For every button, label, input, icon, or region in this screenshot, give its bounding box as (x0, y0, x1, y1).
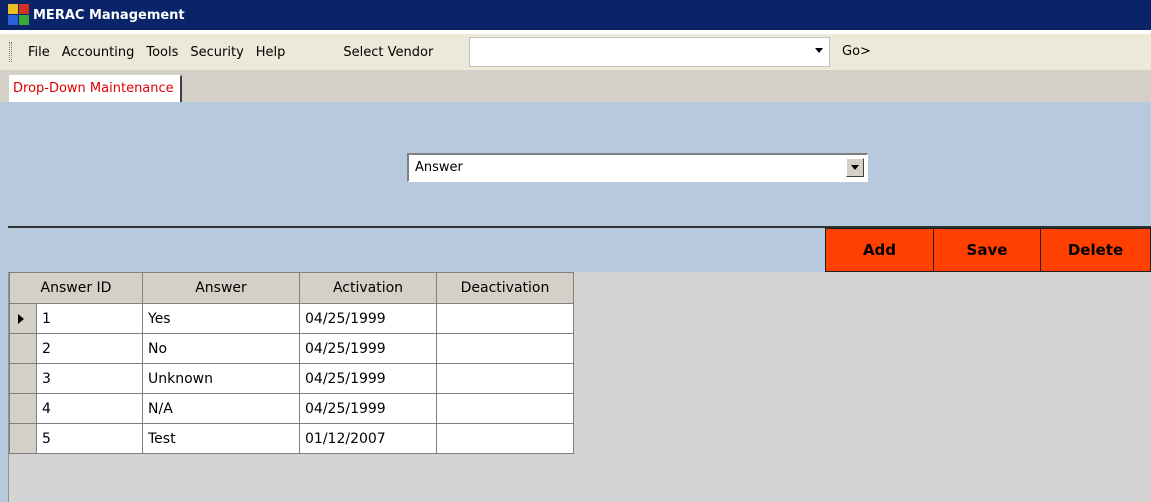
cell-deactivation[interactable] (436, 363, 574, 394)
select-vendor-label: Select Vendor (343, 44, 434, 60)
column-header-answer-id[interactable]: Answer ID (9, 272, 143, 304)
cell-activation[interactable]: 04/25/1999 (299, 363, 437, 394)
delete-button[interactable]: Delete (1040, 228, 1151, 272)
cell-answer-id[interactable]: 3 (36, 363, 143, 394)
cell-activation[interactable]: 01/12/2007 (299, 423, 437, 454)
column-header-answer[interactable]: Answer (142, 272, 300, 304)
cell-answer[interactable]: Unknown (142, 363, 300, 394)
answer-grid[interactable]: Answer ID Answer Activation Deactivation… (8, 272, 1151, 502)
menu-bar: File Accounting Tools Security Help Sele… (0, 34, 1151, 70)
save-button[interactable]: Save (933, 228, 1041, 272)
cell-answer-id[interactable]: 5 (36, 423, 143, 454)
row-header[interactable] (9, 363, 37, 394)
menu-accounting[interactable]: Accounting (56, 45, 141, 60)
table-row[interactable]: 2 No 04/25/1999 (9, 333, 574, 364)
chevron-down-icon[interactable] (815, 48, 823, 53)
menu-security[interactable]: Security (184, 45, 249, 60)
tab-drop-down-maintenance[interactable]: Drop-Down Maintenance (9, 75, 182, 102)
cell-answer[interactable]: Yes (142, 303, 300, 334)
title-bar: MERAC Management (0, 0, 1151, 30)
row-pointer-icon (18, 314, 24, 324)
menu-file[interactable]: File (22, 45, 56, 60)
cell-deactivation[interactable] (436, 333, 574, 364)
table-row[interactable]: 1 Yes 04/25/1999 (9, 303, 574, 334)
menu-help[interactable]: Help (250, 45, 292, 60)
row-header[interactable] (9, 423, 37, 454)
add-button[interactable]: Add (825, 228, 934, 272)
cell-deactivation[interactable] (436, 303, 574, 334)
cell-activation[interactable]: 04/25/1999 (299, 393, 437, 424)
cell-answer[interactable]: Test (142, 423, 300, 454)
cell-activation[interactable]: 04/25/1999 (299, 303, 437, 334)
row-header[interactable] (9, 303, 37, 334)
table-row[interactable]: 5 Test 01/12/2007 (9, 423, 574, 454)
column-header-activation[interactable]: Activation (299, 272, 437, 304)
cell-answer-id[interactable]: 1 (36, 303, 143, 334)
app-icon (8, 4, 30, 26)
row-header[interactable] (9, 333, 37, 364)
table-row[interactable]: 4 N/A 04/25/1999 (9, 393, 574, 424)
cell-answer[interactable]: N/A (142, 393, 300, 424)
tab-strip: Drop-Down Maintenance (0, 70, 1151, 102)
table-header-row: Answer ID Answer Activation Deactivation (9, 272, 574, 304)
cell-activation[interactable]: 04/25/1999 (299, 333, 437, 364)
cell-answer-id[interactable]: 4 (36, 393, 143, 424)
category-dropdown[interactable]: Answer (407, 153, 868, 182)
window-title: MERAC Management (33, 7, 185, 23)
column-header-deactivation[interactable]: Deactivation (436, 272, 574, 304)
go-button[interactable]: Go> (842, 44, 871, 59)
cell-deactivation[interactable] (436, 393, 574, 424)
cell-answer-id[interactable]: 2 (36, 333, 143, 364)
table-row[interactable]: 3 Unknown 04/25/1999 (9, 363, 574, 394)
dropdown-chevron-down-icon[interactable] (846, 158, 864, 177)
menu-tools[interactable]: Tools (140, 45, 184, 60)
main-panel: Answer Add Save Delete Answer ID Answer … (0, 102, 1151, 502)
cell-deactivation[interactable] (436, 423, 574, 454)
row-header[interactable] (9, 393, 37, 424)
cell-answer[interactable]: No (142, 333, 300, 364)
toolbar-grip-icon[interactable] (9, 42, 12, 62)
category-dropdown-value: Answer (415, 160, 463, 175)
answer-table: Answer ID Answer Activation Deactivation… (9, 272, 574, 454)
vendor-select[interactable] (469, 37, 830, 67)
